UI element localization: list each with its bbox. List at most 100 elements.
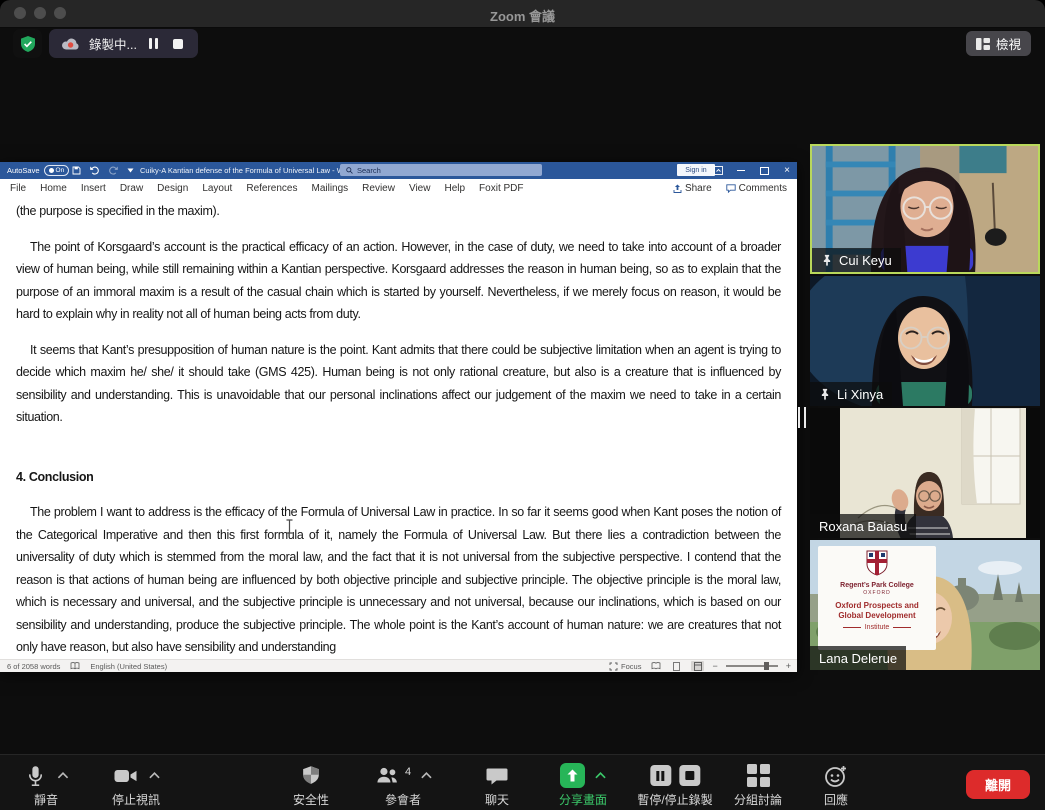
minimize-word-button[interactable]: [735, 164, 747, 178]
participant-tile-roxana-baiasu[interactable]: Roxana Baiasu: [810, 408, 1040, 538]
language-indicator[interactable]: English (United States): [90, 662, 167, 671]
toolbar-pause-stop-recording-button[interactable]: 暫停/停止錄製: [637, 762, 712, 808]
view-button[interactable]: 檢視: [966, 31, 1031, 56]
video-camera-icon: [112, 763, 139, 789]
focus-icon: [609, 662, 618, 671]
pin-icon: [819, 388, 831, 401]
ribbon-tab-home[interactable]: Home: [40, 183, 67, 194]
chevron-up-icon[interactable]: [58, 772, 69, 779]
leave-meeting-button[interactable]: 離開: [966, 770, 1030, 799]
read-mode-button[interactable]: [649, 661, 662, 671]
comments-button[interactable]: Comments: [726, 183, 787, 194]
ribbon-tab-review[interactable]: Review: [362, 183, 395, 194]
participant-tile-cui-keyu[interactable]: Cui Keyu: [810, 144, 1040, 274]
print-layout-icon: [673, 662, 680, 671]
toolbar-mute-button[interactable]: 靜音: [24, 762, 69, 808]
toolbar-share-screen-label: 分享畫面: [559, 791, 607, 808]
pause-recording-button[interactable]: [146, 38, 161, 49]
toolbar-breakout-rooms-label: 分組討論: [734, 791, 782, 808]
quick-access-toolbar: [72, 164, 134, 176]
shield-check-icon: [19, 35, 37, 53]
word-ribbon: File Home Insert Draw Design Layout References…: [0, 179, 797, 198]
toolbar-reactions-label: 回應: [824, 791, 848, 808]
focus-mode-button[interactable]: Focus: [609, 662, 641, 671]
print-layout-button[interactable]: [670, 661, 683, 671]
participant-tile-li-xinya[interactable]: Li Xinya: [810, 276, 1040, 406]
chevron-up-icon[interactable]: [595, 772, 606, 779]
zoom-slider-thumb[interactable]: [764, 662, 769, 670]
redo-icon[interactable]: [108, 165, 119, 175]
ribbon-display-options-button[interactable]: [712, 164, 724, 178]
window-title: Zoom 會議: [0, 6, 1045, 25]
ribbon-tab-file[interactable]: File: [10, 183, 26, 194]
toolbar-reactions-button[interactable]: 回應: [823, 762, 849, 808]
toolbar-breakout-rooms-button[interactable]: 分組討論: [734, 762, 782, 808]
stop-recording-button[interactable]: [170, 39, 186, 49]
web-layout-button[interactable]: [691, 661, 704, 671]
participant-name-label: Cui Keyu: [812, 248, 901, 272]
chevron-up-icon[interactable]: [149, 772, 160, 779]
ribbon-tab-mailings[interactable]: Mailings: [311, 183, 348, 194]
toolbar-participants-button[interactable]: 4參會者: [374, 762, 432, 808]
participant-name: Cui Keyu: [839, 253, 892, 268]
share-document-button[interactable]: Share: [673, 183, 712, 194]
shared-word-window: AutoSave On Cuik: [0, 162, 797, 672]
stop-video-options-chevron[interactable]: [149, 772, 160, 779]
ribbon-tab-draw[interactable]: Draw: [120, 183, 143, 194]
autosave-toggle[interactable]: AutoSave On: [7, 165, 69, 176]
mute-options-chevron[interactable]: [58, 772, 69, 779]
word-search-box[interactable]: Search: [340, 164, 542, 176]
chat-icon: [484, 763, 510, 789]
read-mode-icon: [651, 662, 661, 670]
toolbar-chat-button[interactable]: 聊天: [484, 762, 510, 808]
proofing-book-icon[interactable]: [70, 662, 80, 670]
toolbar-share-screen-button[interactable]: 分享畫面: [559, 762, 607, 808]
participant-name: Li Xinya: [837, 387, 883, 402]
document-paragraph: (the purpose is specified in the maxim).: [16, 200, 781, 223]
ribbon-tab-design[interactable]: Design: [157, 183, 188, 194]
stop-recording-icon: [679, 765, 700, 786]
zoom-slider[interactable]: [726, 665, 778, 667]
meeting-info-shield-button[interactable]: [13, 29, 42, 58]
participant-tile-lana-delerue[interactable]: Regent’s Park CollegeOXFORDOxford Prospe…: [810, 540, 1040, 670]
chevron-up-icon[interactable]: [421, 772, 432, 779]
participants-options-chevron[interactable]: [421, 772, 432, 779]
pause-stop-recording-icons: [650, 765, 700, 786]
virtual-background-logo-card: Regent’s Park CollegeOXFORDOxford Prospe…: [818, 546, 936, 650]
comments-icon: [726, 184, 736, 193]
document-body[interactable]: (the purpose is specified in the maxim).…: [0, 197, 797, 660]
participants-icon: [374, 763, 401, 789]
save-icon[interactable]: [72, 166, 81, 175]
document-heading: 4. Conclusion: [16, 466, 781, 489]
participant-name-label: Li Xinya: [810, 382, 892, 406]
zoom-in-button[interactable]: +: [786, 661, 791, 671]
cloud-recording-icon: [61, 37, 80, 51]
ribbon-tab-references[interactable]: References: [246, 183, 297, 194]
toolbar-security-button[interactable]: 安全性: [293, 762, 329, 808]
document-paragraph: The point of Korsgaard’s account is the …: [16, 236, 781, 326]
undo-icon[interactable]: [89, 165, 100, 175]
customize-qat-chevron-icon[interactable]: [127, 168, 134, 173]
toolbar-stop-video-button[interactable]: 停止視訊: [112, 762, 160, 808]
close-word-button[interactable]: ×: [781, 164, 793, 178]
restore-word-button[interactable]: [758, 164, 770, 178]
sign-in-button[interactable]: Sign in: [677, 164, 715, 176]
gallery-view-icon: [976, 38, 990, 50]
panel-resize-handle[interactable]: [798, 407, 806, 428]
ribbon-tab-view[interactable]: View: [409, 183, 431, 194]
zoom-out-button[interactable]: −: [712, 661, 717, 671]
toolbar-chat-label: 聊天: [485, 791, 509, 808]
stop-icon: [173, 39, 183, 49]
ribbon-tab-help[interactable]: Help: [444, 183, 465, 194]
ribbon-tab-layout[interactable]: Layout: [202, 183, 232, 194]
ribbon-tab-insert[interactable]: Insert: [81, 183, 106, 194]
ribbon-tab-foxit-pdf[interactable]: Foxit PDF: [479, 183, 523, 194]
share-screen-icon: [560, 763, 585, 788]
toolbar-participants-label: 參會者: [385, 791, 421, 808]
autosave-label: AutoSave: [7, 166, 40, 175]
word-count[interactable]: 6 of 2058 words: [7, 662, 60, 671]
microphone-icon: [24, 763, 48, 789]
zoom-meeting-window: Zoom 會議 錄製中...: [0, 0, 1045, 810]
pin-icon: [821, 254, 833, 267]
share-screen-options-chevron[interactable]: [595, 772, 606, 779]
